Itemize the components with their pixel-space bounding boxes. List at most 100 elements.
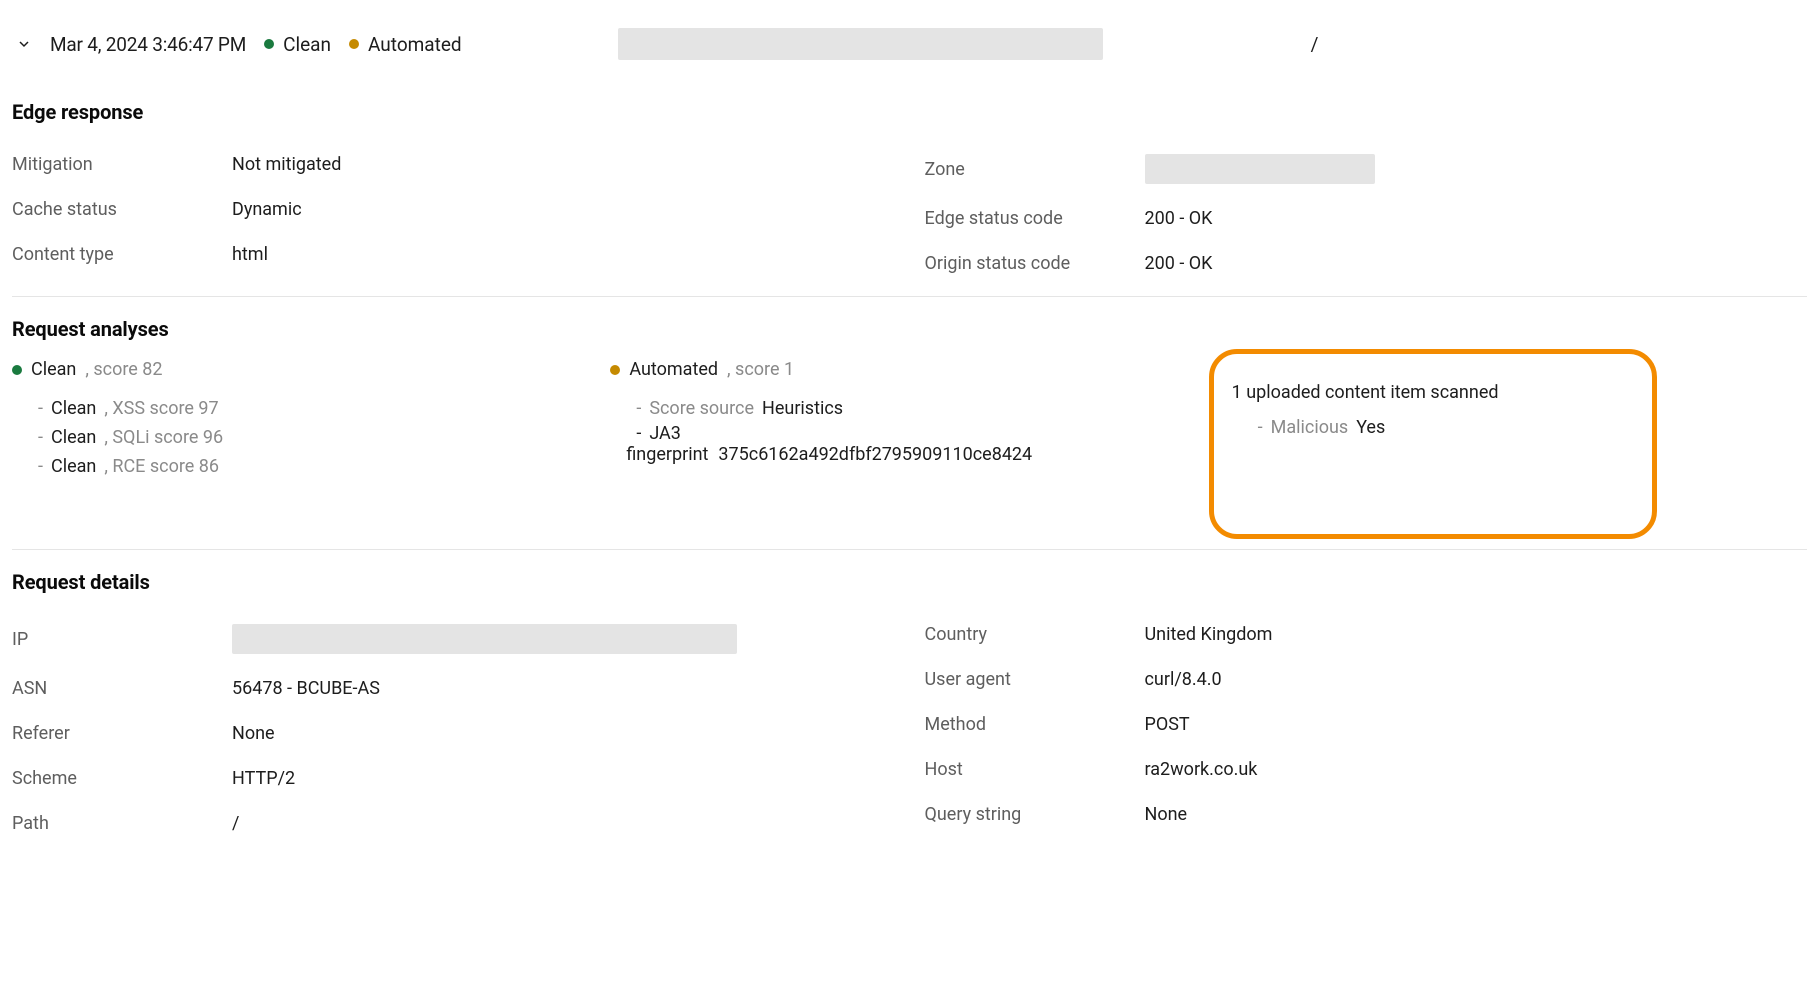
- kv-label: Country: [925, 624, 1145, 645]
- scan-malicious-value: Yes: [1356, 417, 1385, 438]
- redacted-host: [618, 28, 1103, 60]
- edge-response-grid: Mitigation Not mitigated Cache status Dy…: [12, 142, 1807, 286]
- kv-value: html: [232, 244, 268, 265]
- analysis-content-scan-highlight: 1 uploaded content item scanned - Malici…: [1209, 349, 1657, 539]
- waf-item-status: Clean: [51, 427, 96, 448]
- bot-source-value: Heuristics: [762, 398, 843, 419]
- kv-host: Host ra2work.co.uk: [925, 747, 1808, 792]
- status-dot-clean-icon: [264, 39, 274, 49]
- analysis-waf: Clean, score 82 - Clean, XSS score 97 - …: [12, 359, 610, 481]
- scan-malicious-label: Malicious: [1271, 417, 1349, 438]
- status-dot-clean-icon: [12, 365, 22, 375]
- kv-cache-status: Cache status Dynamic: [12, 187, 895, 232]
- waf-item-sqli: - Clean, SQLi score 96: [38, 423, 610, 452]
- waf-item-status: Clean: [51, 398, 96, 419]
- kv-mitigation: Mitigation Not mitigated: [12, 142, 895, 187]
- details-grid: IP ASN 56478 - BCUBE-AS Referer None Sch…: [12, 612, 1807, 846]
- waf-status-label: Clean: [283, 33, 331, 56]
- kv-label: Cache status: [12, 199, 232, 220]
- bot-sublist: - Score source Heuristics: [636, 394, 1208, 423]
- kv-query-string: Query string None: [925, 792, 1808, 837]
- kv-value: ra2work.co.uk: [1145, 759, 1258, 780]
- analyses-grid: Clean, score 82 - Clean, XSS score 97 - …: [12, 359, 1807, 539]
- bot-ja3: - JA3 fingerprint 375c6162a492dfbf279590…: [636, 423, 1208, 465]
- chevron-down-icon[interactable]: [16, 36, 32, 52]
- kv-label: Path: [12, 813, 232, 834]
- kv-label: Query string: [925, 804, 1145, 825]
- divider: [12, 549, 1807, 550]
- kv-label: Referer: [12, 723, 232, 744]
- waf-item-name: , XSS score 97: [104, 398, 218, 419]
- kv-label: IP: [12, 629, 232, 650]
- ja3-label: JA3: [649, 423, 681, 444]
- waf-item-rce: - Clean, RCE score 86: [38, 452, 610, 481]
- kv-label: Origin status code: [925, 253, 1145, 274]
- kv-ip: IP: [12, 612, 895, 666]
- waf-label: Clean: [31, 359, 76, 380]
- waf-status-pill: Clean: [264, 33, 331, 56]
- kv-label: ASN: [12, 678, 232, 699]
- bot-score: , score 1: [727, 359, 794, 380]
- section-edge-response-title: Edge response: [12, 100, 1807, 124]
- scan-malicious-row: - Malicious Yes: [1258, 417, 1634, 438]
- kv-value: 200 - OK: [1145, 208, 1213, 229]
- kv-value: None: [232, 723, 275, 744]
- section-details-title: Request details: [12, 570, 1807, 594]
- kv-value: curl/8.4.0: [1145, 669, 1222, 690]
- bot-status-label: Automated: [368, 33, 462, 56]
- kv-label: User agent: [925, 669, 1145, 690]
- status-dot-automated-icon: [610, 365, 620, 375]
- kv-value: 56478 - BCUBE-AS: [232, 678, 380, 699]
- kv-label: Scheme: [12, 768, 232, 789]
- kv-value: United Kingdom: [1145, 624, 1273, 645]
- waf-item-xss: - Clean, XSS score 97: [38, 394, 610, 423]
- kv-label: Edge status code: [925, 208, 1145, 229]
- log-header-row: Mar 4, 2024 3:46:47 PM Clean Automated /: [12, 10, 1807, 90]
- kv-value: Dynamic: [232, 199, 302, 220]
- timestamp: Mar 4, 2024 3:46:47 PM: [50, 33, 246, 56]
- kv-content-type: Content type html: [12, 232, 895, 277]
- waf-score: , score 82: [85, 359, 162, 380]
- analysis-bot: Automated , score 1 - Score source Heuris…: [610, 359, 1208, 465]
- kv-label: Host: [925, 759, 1145, 780]
- kv-asn: ASN 56478 - BCUBE-AS: [12, 666, 895, 711]
- fingerprint-label: fingerprint: [626, 444, 708, 465]
- bot-label: Automated: [629, 359, 718, 380]
- scan-head: 1 uploaded content item scanned: [1232, 382, 1634, 403]
- analysis-bot-head: Automated , score 1: [610, 359, 1208, 380]
- kv-label: Mitigation: [12, 154, 232, 175]
- kv-referer: Referer None: [12, 711, 895, 756]
- status-dot-automated-icon: [349, 39, 359, 49]
- bot-status-pill: Automated: [349, 33, 462, 56]
- bot-source-label: Score source: [649, 398, 754, 419]
- waf-item-status: Clean: [51, 456, 96, 477]
- section-analyses-title: Request analyses: [12, 317, 1807, 341]
- fingerprint-value: 375c6162a492dfbf2795909110ce8424: [718, 444, 1032, 465]
- kv-value: POST: [1145, 714, 1190, 735]
- log-detail-panel: Mar 4, 2024 3:46:47 PM Clean Automated /…: [0, 0, 1819, 876]
- kv-scheme: Scheme HTTP/2: [12, 756, 895, 801]
- kv-country: Country United Kingdom: [925, 612, 1808, 657]
- analysis-waf-head: Clean , score 82: [12, 359, 610, 380]
- kv-value: Not mitigated: [232, 154, 341, 175]
- kv-value: None: [1145, 804, 1188, 825]
- kv-value: 200 - OK: [1145, 253, 1213, 274]
- kv-value: /: [232, 813, 239, 834]
- waf-sublist: - Clean, XSS score 97 - Clean, SQLi scor…: [38, 394, 610, 481]
- kv-origin-status: Origin status code 200 - OK: [925, 241, 1808, 286]
- kv-zone: Zone: [925, 142, 1808, 196]
- redacted-ip: [232, 624, 737, 654]
- waf-item-name: , SQLi score 96: [104, 427, 223, 448]
- kv-value: HTTP/2: [232, 768, 295, 789]
- header-path: /: [1121, 33, 1319, 56]
- kv-label: Method: [925, 714, 1145, 735]
- waf-item-name: , RCE score 86: [104, 456, 219, 477]
- kv-method: Method POST: [925, 702, 1808, 747]
- redacted-zone: [1145, 154, 1375, 184]
- kv-user-agent: User agent curl/8.4.0: [925, 657, 1808, 702]
- kv-edge-status: Edge status code 200 - OK: [925, 196, 1808, 241]
- kv-path: Path /: [12, 801, 895, 846]
- kv-label: Zone: [925, 159, 1145, 180]
- divider: [12, 296, 1807, 297]
- bot-score-source: - Score source Heuristics: [636, 394, 1208, 423]
